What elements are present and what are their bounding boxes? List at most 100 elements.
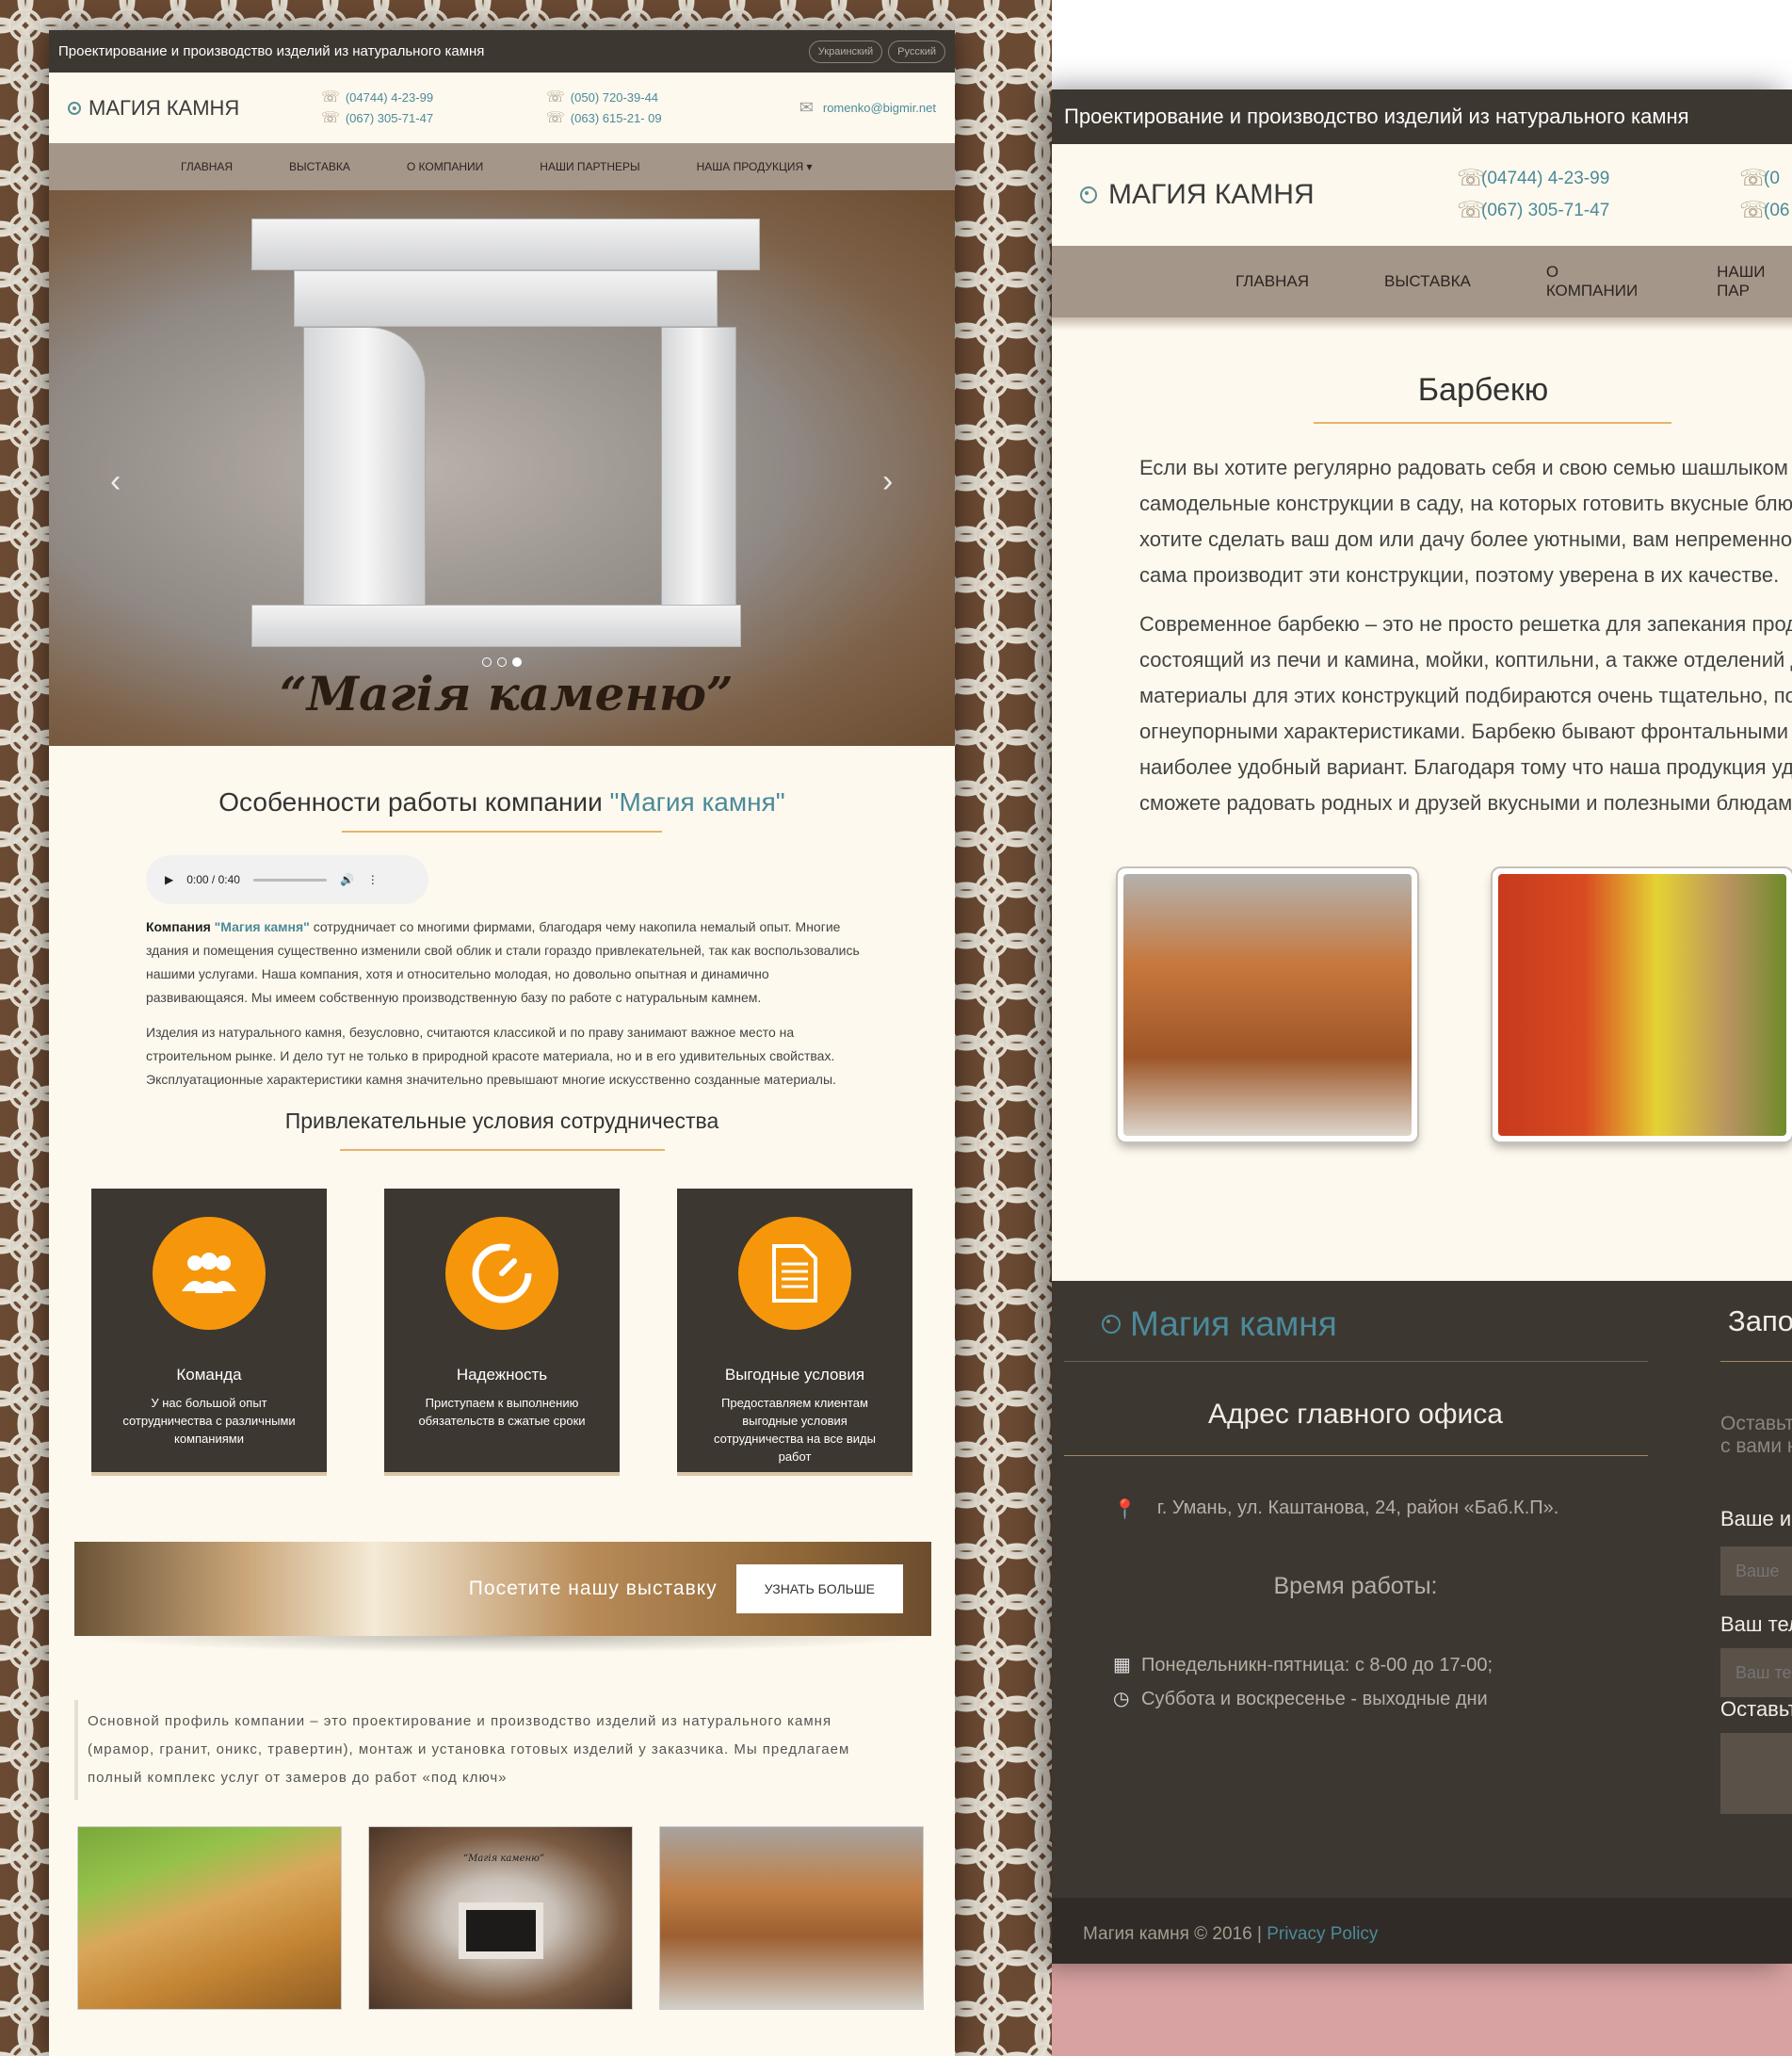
footer-logo[interactable]: Магия камня [1102, 1304, 1337, 1344]
fireplace-leg-left [303, 327, 426, 628]
phone-icon: ☏ [320, 109, 340, 126]
phones-col2: ☏ (0 ☏ (06 [1739, 163, 1789, 227]
bbq-image-1[interactable] [1118, 868, 1417, 1141]
gallery-caption: “Магія каменю” [463, 1854, 545, 1864]
phone-number[interactable]: (067) 305-71-47 [346, 108, 433, 129]
section-title-accent: "Магия камня" [609, 787, 785, 817]
phone-label: Ваш тел [1720, 1612, 1792, 1636]
name-input[interactable] [1720, 1546, 1792, 1595]
phone-number[interactable]: (0 [1764, 163, 1780, 195]
nav-home[interactable]: ГЛАВНАЯ [181, 160, 233, 173]
logo-icon [68, 101, 81, 115]
phone-icon: ☏ [1457, 198, 1486, 223]
nav-products-dropdown[interactable]: НАША ПРОДУКЦИЯ ▾ [697, 160, 813, 173]
nav-partners[interactable]: НАШИ ПАР [1717, 263, 1792, 300]
main-nav: ГЛАВНАЯ ВЫСТАВКА О КОМПАНИИ НАШИ ПАРТНЕР… [49, 143, 955, 190]
phone-row: ☏ (0 [1739, 163, 1789, 195]
banner-text: Посетите нашу выставку [468, 1578, 718, 1599]
nav-about[interactable]: О КОМПАНИИ [1546, 263, 1641, 300]
divider [339, 1149, 665, 1151]
name-label: Ваше и [1720, 1507, 1792, 1530]
divider [1720, 1361, 1792, 1362]
play-icon[interactable]: ▶ [165, 873, 173, 886]
phone-number[interactable]: (06 [1764, 195, 1789, 227]
hero-caption: “Магія каменю” [280, 666, 734, 721]
phone-row: ☏ (04744) 4-23-99 [321, 88, 546, 108]
phone-number[interactable]: (063) 615-21- 09 [571, 108, 662, 129]
phone-number[interactable]: (050) 720-39-44 [571, 88, 658, 108]
form-title: Запо [1728, 1304, 1792, 1337]
phone-number[interactable]: (04744) 4-23-99 [1481, 163, 1609, 195]
header: МАГИЯ КАМНЯ ☏ (04744) 4-23-99 ☏ (067) 305-… [49, 73, 955, 143]
hours: ▦ Понедельникн-пятница: с 8-00 до 17-00; … [1113, 1648, 1493, 1716]
clock-icon: ◷ [1113, 1689, 1130, 1709]
background-right-bottom [1052, 1959, 1792, 2056]
speedometer-icon [445, 1217, 558, 1330]
carousel-prev-icon[interactable]: ‹ [110, 463, 121, 500]
nav-about[interactable]: О КОМПАНИИ [407, 160, 483, 173]
second-paragraph: Изделия из натурального камня, безусловн… [146, 1025, 836, 1087]
document-icon [738, 1217, 851, 1330]
bbq-image-2[interactable] [1493, 868, 1792, 1141]
email-link[interactable]: romenko@bigmir.net [823, 101, 936, 115]
features-grid: Команда У нас большой опыт сотрудничеств… [91, 1189, 955, 1476]
message-textarea[interactable] [1720, 1733, 1792, 1814]
privacy-policy-link[interactable]: Privacy Policy [1267, 1924, 1378, 1944]
nav-home[interactable]: ГЛАВНАЯ [1235, 272, 1309, 291]
phone-row: ☏ (063) 615-21- 09 [546, 108, 771, 129]
text-line: материалы для этих конструкций подбирают… [1139, 684, 1792, 707]
gallery-image-windowsill[interactable] [77, 1826, 342, 2010]
divider [1064, 1455, 1648, 1456]
logo[interactable]: МАГИЯ КАМНЯ [1080, 179, 1457, 211]
nav-partners[interactable]: НАШИ ПАРТНЕРЫ [540, 160, 639, 173]
bbq-photo [1123, 874, 1412, 1136]
text-line: самодельные конструкции в саду, на котор… [1139, 492, 1792, 515]
gallery-image-bbq[interactable] [659, 1826, 924, 2010]
phone-row: ☏ (06 [1739, 195, 1789, 227]
divider [342, 831, 662, 833]
feature-card: Команда У нас большой опыт сотрудничеств… [91, 1189, 327, 1476]
phone-icon: ☏ [545, 89, 565, 105]
logo-text: МАГИЯ КАМНЯ [1108, 179, 1315, 210]
phone-icon: ☏ [320, 89, 340, 105]
feature-title: Надежность [456, 1366, 548, 1384]
audio-time: 0:00 / 0:40 [186, 873, 240, 886]
phone-input[interactable] [1720, 1648, 1792, 1697]
envelope-icon: ✉ [799, 98, 814, 117]
form-note: Оставьт с вами н [1720, 1413, 1792, 1458]
background-right-top [1052, 0, 1792, 94]
lang-ukrainian-button[interactable]: Украинский [808, 40, 883, 63]
hours-title: Время работы: [1273, 1573, 1438, 1599]
lang-russian-button[interactable]: Русский [888, 40, 945, 63]
nav-exhibition[interactable]: ВЫСТАВКА [1384, 272, 1471, 291]
banner-shadow [74, 1636, 931, 1653]
bbq-gallery [1118, 868, 1792, 1141]
nav-exhibition[interactable]: ВЫСТАВКА [289, 160, 350, 173]
hours-text: Понедельникн-пятница: с 8-00 до 17-00; [1141, 1655, 1493, 1676]
map-pin-icon: 📍 [1113, 1499, 1137, 1520]
top-bar: Проектирование и производство изделий из… [1052, 89, 1792, 144]
address-text: г. Умань, ул. Каштанова, 24, район «Баб.… [1156, 1497, 1559, 1518]
feature-title: Команда [176, 1366, 242, 1384]
email-contact: ✉ romenko@bigmir.net [799, 98, 936, 118]
audio-progress[interactable] [252, 878, 327, 882]
text-line: сможете радовать родных и друзей вкусным… [1139, 791, 1792, 815]
form-note-line: с вами н [1720, 1435, 1792, 1457]
carousel-next-icon[interactable]: › [882, 463, 893, 500]
volume-icon[interactable]: 🔊 [340, 873, 354, 886]
phone-number[interactable]: (04744) 4-23-99 [346, 88, 433, 108]
divider [1064, 1361, 1648, 1362]
learn-more-button[interactable]: УЗНАТЬ БОЛЬШЕ [735, 1564, 903, 1613]
gallery-image-fireplace[interactable]: “Магія каменю” [368, 1826, 633, 2010]
fireplace-opening [459, 1902, 543, 1959]
text-line: огнеупорными характеристиками. Барбекю б… [1139, 720, 1792, 743]
more-icon[interactable]: ⋮ [367, 873, 379, 886]
intro-bold: Компания [146, 919, 215, 934]
phone-number[interactable]: (067) 305-71-47 [1481, 195, 1609, 227]
phones-col1: ☏ (04744) 4-23-99 ☏ (067) 305-71-47 [1457, 163, 1739, 227]
logo-icon [1080, 186, 1097, 203]
message-label: Оставьт [1720, 1697, 1792, 1721]
copyright-bar: Магия камня © 2016 | Privacy Policy [1052, 1898, 1792, 1964]
logo[interactable]: МАГИЯ КАМНЯ [68, 96, 321, 121]
feature-card: Выгодные условия Предоставляем клиентам … [677, 1189, 912, 1476]
